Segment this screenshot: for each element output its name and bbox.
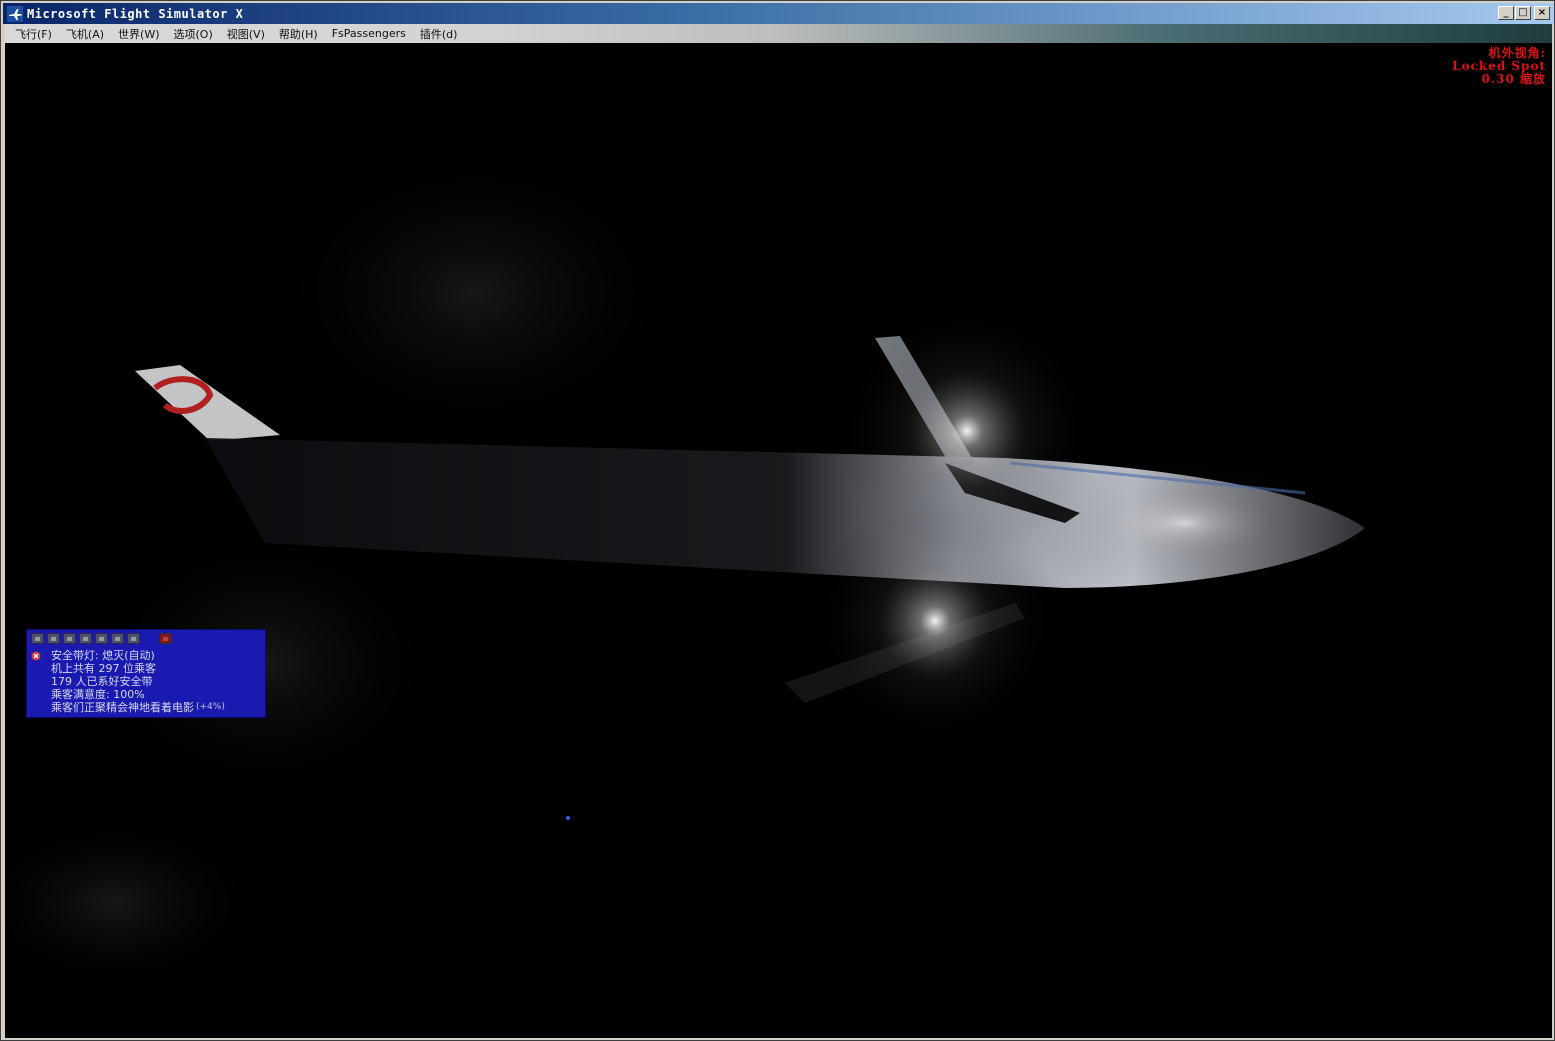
maximize-button[interactable]: □ — [1515, 6, 1531, 20]
ground-patch — [265, 143, 685, 443]
menu-help[interactable]: 帮助(H) — [279, 26, 318, 42]
menu-world[interactable]: 世界(W) — [118, 26, 159, 42]
night-scene — [5, 143, 1375, 993]
fuselage-glow — [995, 453, 1375, 593]
seatbelt-fastened-count: 179 人已系好安全带 — [51, 675, 153, 688]
ground-patch — [5, 813, 265, 993]
menu-flight[interactable]: 飞行(F) — [15, 26, 52, 42]
passenger-activity: 乘客们正聚精会神地看着电影 (+4%) — [51, 701, 225, 714]
menu-fspassengers[interactable]: FsPassengers — [332, 27, 406, 40]
fsp-toolbar-button[interactable] — [95, 633, 108, 644]
zoom-level: 0.30 缩放 — [1481, 72, 1546, 86]
menu-addons[interactable]: 插件(d) — [420, 26, 458, 42]
fsp-toolbar-button[interactable] — [79, 633, 92, 644]
view-mode-overlay: 机外视角: Locked Spot 0.30 缩放 — [1452, 47, 1546, 86]
passenger-satisfaction: 乘客满意度: 100% — [51, 688, 145, 701]
fsp-toolbar-button[interactable] — [31, 633, 44, 644]
passenger-count: 机上共有 297 位乘客 — [51, 662, 156, 675]
menu-views[interactable]: 视图(V) — [227, 26, 265, 42]
fsp-toolbar-button[interactable] — [47, 633, 60, 644]
seatbelt-status: 安全带灯: 熄灭(自动) — [31, 649, 261, 662]
app-window: Microsoft Flight Simulator X _ □ × 飞行(F)… — [0, 0, 1555, 1041]
fsp-messages: 安全带灯: 熄灭(自动) 机上共有 297 位乘客 179 人已系好安全带 乘客… — [31, 649, 261, 714]
minimize-button[interactable]: _ — [1498, 6, 1514, 20]
warning-x-icon — [31, 651, 41, 660]
title-bar[interactable]: Microsoft Flight Simulator X _ □ × — [3, 3, 1554, 24]
fspassengers-panel[interactable]: 安全带灯: 熄灭(自动) 机上共有 297 位乘客 179 人已系好安全带 乘客… — [26, 629, 266, 718]
close-button[interactable]: × — [1534, 6, 1550, 20]
menu-options[interactable]: 选项(O) — [174, 26, 213, 42]
fsp-toolbar-button[interactable] — [127, 633, 140, 644]
satisfaction-delta: (+4%) — [196, 702, 225, 712]
simulator-viewport[interactable]: 机外视角: Locked Spot 0.30 缩放 安全带灯: 熄灭(自动) 机… — [5, 43, 1552, 1038]
nav-light — [566, 816, 570, 820]
airplane-icon — [7, 5, 23, 22]
fsp-toolbar-button[interactable] — [111, 633, 124, 644]
window-controls: _ □ × — [1498, 6, 1550, 20]
window-title: Microsoft Flight Simulator X — [27, 6, 244, 21]
fsp-toolbar-button[interactable] — [63, 633, 76, 644]
fsp-toolbar — [31, 633, 172, 644]
menu-bar: 飞行(F) 飞机(A) 世界(W) 选项(O) 视图(V) 帮助(H) FsPa… — [5, 24, 1552, 43]
menu-aircraft[interactable]: 飞机(A) — [66, 26, 104, 42]
fsp-close-button[interactable] — [159, 633, 172, 644]
